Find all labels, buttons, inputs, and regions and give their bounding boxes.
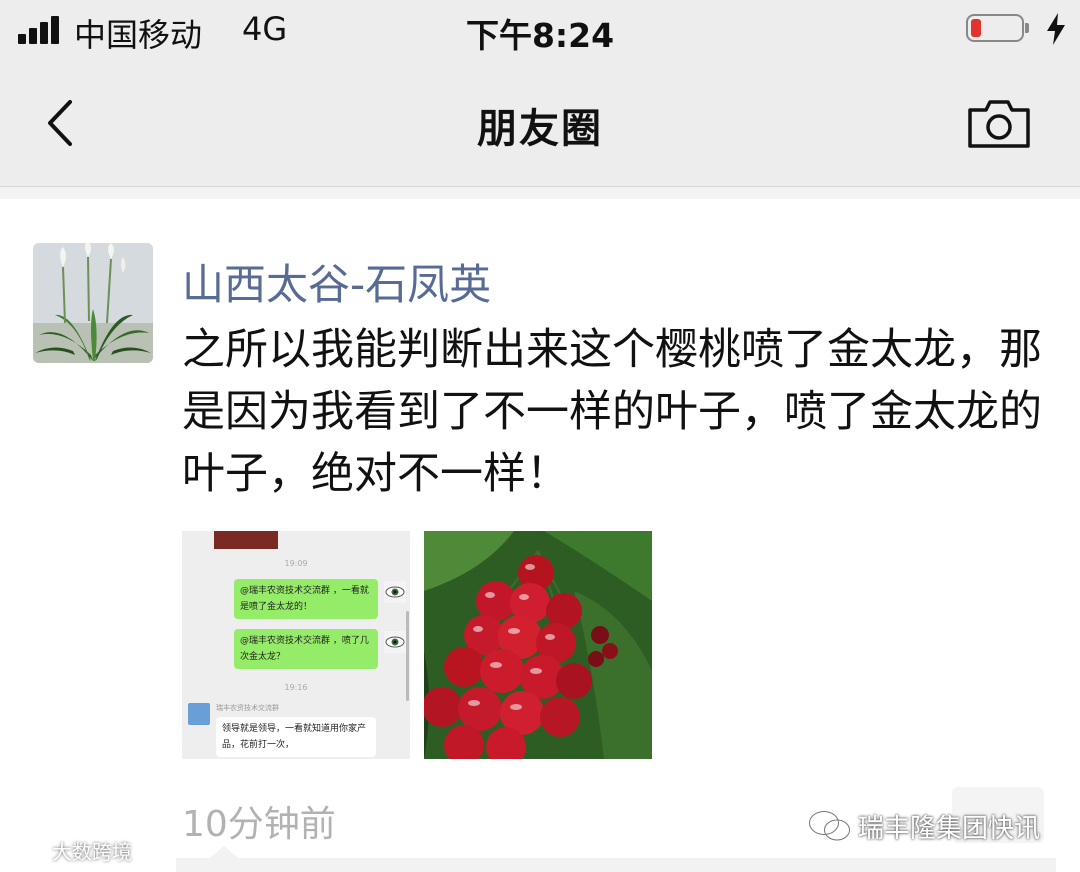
moments-post: 山西太谷-石凤英 之所以我能判断出来这个樱桃喷了金太龙，那是因为我看到了不一样的… — [0, 199, 1080, 872]
post-photo-cherries[interactable] — [424, 531, 652, 759]
eye-avatar-icon — [384, 581, 406, 603]
watermark-text-left: 大数跨境 — [52, 840, 132, 864]
comment-area-notch — [210, 846, 238, 858]
page-title: 朋友圈 — [477, 106, 603, 152]
chat-time: 19:16 — [284, 683, 308, 692]
battery-icon — [966, 14, 1030, 44]
photo-strip — [214, 531, 278, 549]
author-name[interactable]: 山西太谷-石凤英 — [182, 251, 491, 312]
sender-avatar — [188, 703, 210, 725]
watermark-left: 大数跨境 — [8, 836, 132, 865]
divider — [0, 187, 1080, 199]
chat-bubble-reply: 领导就是领导，一看就知道用你家产品，花前打一次， — [216, 717, 376, 757]
post-text: 之所以我能判断出来这个樱桃喷了金太龙，那是因为我看到了不一样的叶子，喷了金太龙的… — [182, 325, 1042, 499]
post-timestamp: 10分钟前 — [182, 804, 336, 845]
post-photo-chat-screenshot[interactable]: 19:09 @瑞丰农资技术交流群 ，一看就是喷了金太龙的！ @瑞丰农资技术交流群… — [182, 531, 410, 759]
scrollbar — [406, 611, 409, 701]
status-bar: 中国移动 4G 下午8:24 — [0, 0, 1080, 62]
status-time: 下午8:24 — [465, 16, 615, 55]
chat-bubble: @瑞丰农资技术交流群 ，喷了几次金太龙？ — [234, 629, 378, 669]
nav-bar: 朋友圈 — [0, 62, 1080, 187]
camera-button[interactable] — [966, 94, 1032, 152]
avatar[interactable] — [33, 243, 153, 363]
eye-avatar-icon — [384, 631, 406, 653]
charging-icon — [1047, 13, 1065, 45]
chat-bubble: @瑞丰农资技术交流群 ，一看就是喷了金太龙的！ — [234, 579, 378, 619]
sender-name: 瑞丰农资技术交流群 — [216, 704, 279, 712]
watermark-text-right: 瑞丰隆集团快讯 — [858, 813, 1041, 844]
comment-area — [176, 858, 1056, 872]
wechat-icon — [809, 811, 850, 841]
watermark-right: 瑞丰隆集团快讯 — [808, 804, 1040, 848]
chat-time: 19:09 — [284, 559, 308, 568]
logo-icon — [10, 842, 45, 857]
